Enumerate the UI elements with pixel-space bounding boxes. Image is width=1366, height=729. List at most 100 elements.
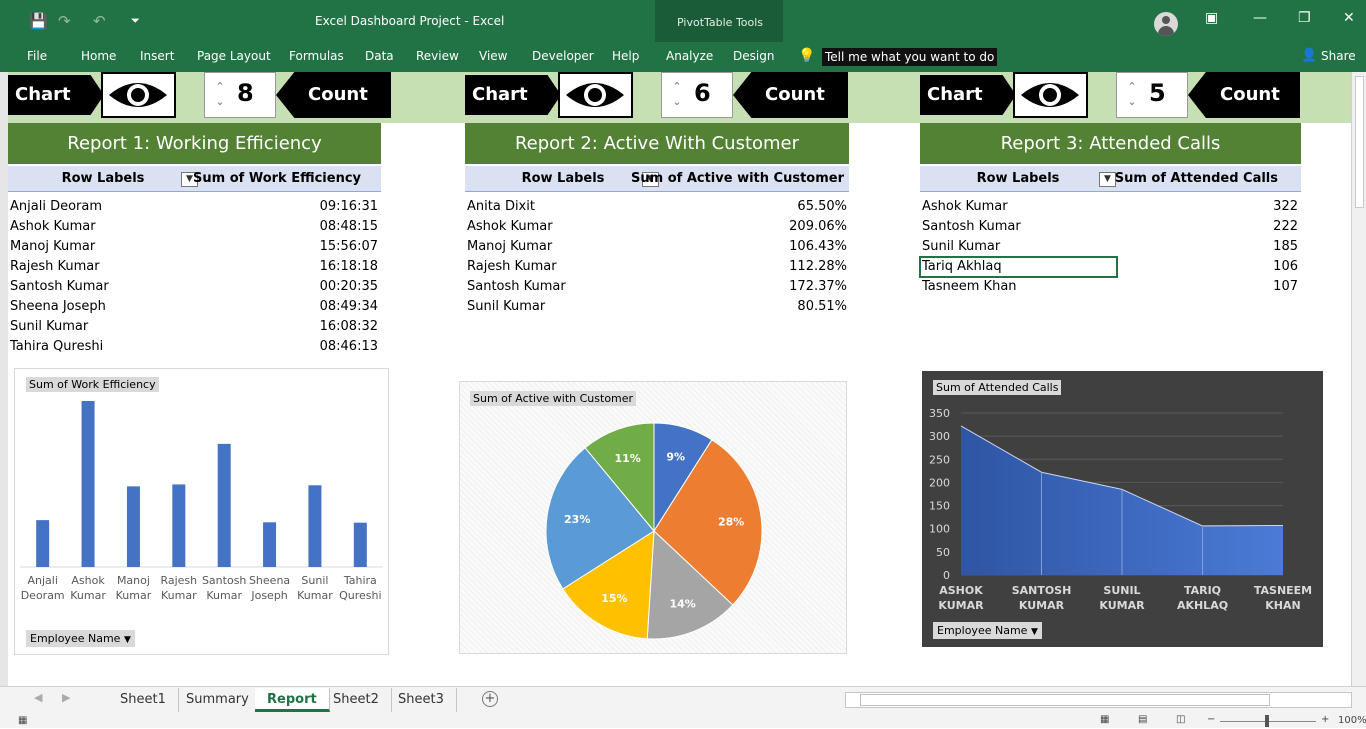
bar-7[interactable]	[308, 485, 321, 567]
user-avatar[interactable]	[1154, 12, 1178, 36]
table-row[interactable]: Manoj Kumar106.43%	[465, 237, 849, 257]
customize-qat-icon[interactable]: ⏷	[131, 11, 140, 31]
ribbon-tab-home[interactable]: Home	[81, 49, 116, 63]
bar-category-label: Anjali	[27, 574, 57, 587]
macro-record-icon[interactable]: ▦	[18, 715, 27, 726]
ribbon-display-icon[interactable]: ▣	[1205, 10, 1218, 26]
bar-8[interactable]	[354, 523, 367, 567]
status-bar: ◀ ▶ Sheet1SummaryReportSheet2Sheet3 + ▦ …	[0, 686, 1366, 728]
table-row[interactable]: Rajesh Kumar16:18:18	[8, 257, 381, 277]
next-sheet-icon[interactable]: ▶	[62, 691, 70, 704]
employee-name-field-button-2[interactable]: Employee Name ▼	[933, 622, 1042, 639]
table-row[interactable]: Ashok Kumar209.06%	[465, 217, 849, 237]
active-customer-chart[interactable]: Sum of Active with Customer 9%28%14%15%2…	[459, 381, 847, 654]
pie-data-label: 28%	[718, 515, 744, 528]
undo-icon[interactable]: ↶	[93, 11, 106, 31]
count-spinner-3[interactable]: ⌃⌄5	[1116, 72, 1188, 118]
table-row[interactable]: Tahira Qureshi08:46:13	[8, 337, 381, 357]
sheet-tab-report[interactable]: Report	[255, 688, 330, 712]
ribbon-tab-design[interactable]: Design	[733, 49, 774, 63]
vertical-scrollbar[interactable]	[1351, 72, 1366, 686]
attended-calls-chart[interactable]: Sum of Attended Calls 050100150200250300…	[922, 371, 1323, 647]
table-row[interactable]: Ashok Kumar322	[920, 197, 1301, 217]
tell-me-search[interactable]: Tell me what you want to do	[822, 48, 997, 66]
page-break-view-icon[interactable]: ◫	[1176, 714, 1185, 725]
horizontal-scroll-thumb[interactable]	[860, 694, 1270, 706]
bar-category-label: Sheena	[249, 574, 290, 587]
ribbon-tab-page-layout[interactable]: Page Layout	[197, 49, 271, 63]
ribbon-tab-formulas[interactable]: Formulas	[289, 49, 344, 63]
bar-4[interactable]	[172, 484, 185, 567]
table-row[interactable]: Ashok Kumar08:48:15	[8, 217, 381, 237]
normal-view-icon[interactable]: ▦	[1100, 714, 1109, 725]
share-button[interactable]: Share	[1321, 49, 1356, 63]
row-value: 222	[1273, 217, 1298, 237]
ribbon-tab-analyze[interactable]: Analyze	[666, 49, 713, 63]
table-row[interactable]: Tasneem Khan107	[920, 277, 1301, 297]
chart-visibility-toggle-2[interactable]	[558, 72, 633, 118]
ribbon-tab-insert[interactable]: Insert	[140, 49, 174, 63]
row-labels-filter-icon[interactable]: ▼	[1099, 172, 1116, 187]
zoom-level[interactable]: 100%	[1338, 715, 1366, 726]
vertical-scroll-thumb[interactable]	[1355, 76, 1364, 208]
close-icon[interactable]: ✕	[1343, 10, 1355, 26]
zoom-out-icon[interactable]: −	[1207, 714, 1215, 725]
active-cell[interactable]	[919, 256, 1118, 278]
ribbon-tab-developer[interactable]: Developer	[532, 49, 594, 63]
sheet-tab-sheet1[interactable]: Sheet1	[108, 688, 179, 712]
ribbon-tab-data[interactable]: Data	[365, 49, 394, 63]
sheet-tab-summary[interactable]: Summary	[174, 688, 262, 712]
area-y-tick-label: 300	[929, 430, 950, 443]
zoom-slider-thumb[interactable]	[1265, 715, 1269, 727]
table-row[interactable]: Santosh Kumar00:20:35	[8, 277, 381, 297]
bar-1[interactable]	[36, 520, 49, 567]
ribbon-tab-review[interactable]: Review	[416, 49, 459, 63]
chart-visibility-toggle-3[interactable]	[1013, 72, 1088, 118]
sheet-tab-sheet2[interactable]: Sheet2	[321, 688, 392, 712]
bar-chart-svg: AnjaliDeoramAshokKumarManojKumarRajeshKu…	[15, 369, 388, 654]
ribbon-tab-view[interactable]: View	[479, 49, 507, 63]
spinner-arrows-icon[interactable]: ⌃⌄	[671, 79, 683, 111]
bar-category-label: Kumar	[116, 589, 152, 602]
sheet-tab-sheet3[interactable]: Sheet3	[386, 688, 457, 712]
work-efficiency-chart[interactable]: Sum of Work Efficiency AnjaliDeoramAshok…	[14, 368, 389, 655]
table-row[interactable]: Sheena Joseph08:49:34	[8, 297, 381, 317]
horizontal-scrollbar[interactable]	[845, 692, 1352, 708]
bar-3[interactable]	[127, 486, 140, 567]
zoom-in-icon[interactable]: +	[1321, 714, 1329, 725]
spinner-arrows-icon[interactable]: ⌃⌄	[1126, 79, 1138, 111]
page-layout-view-icon[interactable]: ▤	[1138, 714, 1147, 725]
minimize-icon[interactable]: —	[1253, 10, 1267, 26]
table-row[interactable]: Anjali Deoram09:16:31	[8, 197, 381, 217]
count-spinner-2[interactable]: ⌃⌄ 6	[661, 72, 733, 118]
chart-visibility-toggle-1[interactable]	[101, 72, 176, 118]
bar-2[interactable]	[82, 401, 95, 567]
table-row[interactable]: Anita Dixit65.50%	[465, 197, 849, 217]
ribbon-tab-help[interactable]: Help	[612, 49, 639, 63]
save-icon[interactable]: 💾	[29, 11, 48, 31]
spinner-arrows-icon[interactable]: ⌃⌄	[214, 79, 226, 111]
ribbon-tab-file[interactable]: File	[27, 49, 47, 63]
area-y-tick-label: 200	[929, 476, 950, 489]
spinner-value: 6	[694, 79, 711, 107]
count-spinner-1[interactable]: ⌃⌄8	[204, 72, 276, 118]
count-label-1: Count	[276, 72, 391, 118]
table-row[interactable]: Santosh Kumar172.37%	[465, 277, 849, 297]
add-sheet-icon[interactable]: +	[482, 691, 498, 707]
table-row[interactable]: Manoj Kumar15:56:07	[8, 237, 381, 257]
bar-6[interactable]	[263, 522, 276, 567]
prev-sheet-icon[interactable]: ◀	[34, 691, 42, 704]
table-row[interactable]: Sunil Kumar80.51%	[465, 297, 849, 317]
table-row[interactable]: Rajesh Kumar112.28%	[465, 257, 849, 277]
redo-icon[interactable]: ↷	[58, 11, 71, 31]
restore-icon[interactable]: ❐	[1298, 10, 1311, 26]
table-row[interactable]: Sunil Kumar16:08:32	[8, 317, 381, 337]
row-value: 09:16:31	[320, 197, 378, 217]
bar-5[interactable]	[218, 444, 231, 567]
row-label: Ashok Kumar	[922, 197, 1008, 217]
value-field-header: Sum of Work Efficiency	[193, 171, 361, 186]
table-row[interactable]: Santosh Kumar222	[920, 217, 1301, 237]
employee-name-field-button[interactable]: Employee Name ▼	[26, 630, 135, 647]
share-person-icon[interactable]: 👤	[1301, 46, 1317, 66]
table-row[interactable]: Sunil Kumar185	[920, 237, 1301, 257]
